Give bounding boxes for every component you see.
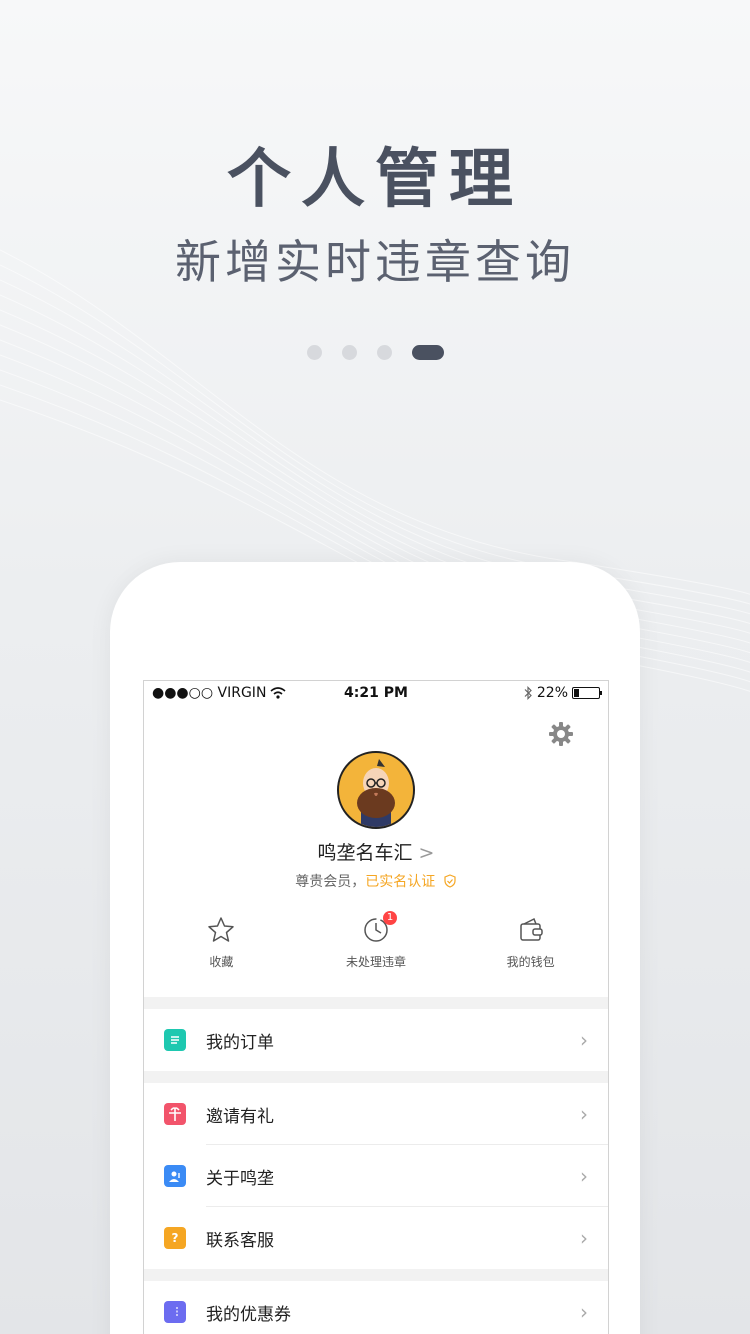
quick-wallet[interactable]: 我的钱包 — [453, 915, 608, 970]
status-bar: ●●●○○ VIRGIN 4:21 PM 22% — [144, 681, 608, 705]
profile-name[interactable]: 鸣垄名车汇 > — [144, 838, 608, 865]
gift-icon — [164, 1103, 186, 1125]
quick-label: 收藏 — [209, 955, 234, 969]
about-icon — [164, 1165, 186, 1187]
page-dot[interactable] — [376, 345, 392, 360]
chevron-right-icon: › — [580, 1300, 588, 1324]
coupon-icon — [164, 1301, 186, 1323]
menu-label: 关于鸣垄 — [206, 1168, 274, 1189]
chevron-right-icon: › — [580, 1226, 588, 1250]
quick-actions: 收藏 1 未处理违章 我的钱包 — [144, 911, 608, 970]
verified-label: 已实名认证 — [365, 874, 436, 890]
member-label: 尊贵会员， — [295, 874, 366, 890]
bearded-man-icon — [357, 759, 395, 827]
section-divider — [144, 1269, 608, 1281]
chevron-right-icon: > — [418, 842, 435, 864]
membership-line: 尊贵会员，已实名认证 — [144, 871, 608, 891]
menu-label: 我的优惠券 — [206, 1304, 291, 1325]
menu-list: 我的订单 › 邀请有礼 › 关于鸣垄 › ? 联系客服 › 我的优惠券 › — [144, 997, 608, 1334]
section-divider — [144, 997, 608, 1009]
wifi-icon — [270, 687, 286, 699]
shield-check-icon — [444, 874, 456, 888]
menu-label: 我的订单 — [206, 1032, 274, 1053]
hero-title: 个人管理 — [227, 143, 523, 217]
violation-badge: 1 — [383, 911, 397, 925]
quick-label: 我的钱包 — [506, 955, 555, 969]
wallet-icon — [519, 917, 543, 941]
profile-name-text: 鸣垄名车汇 — [317, 842, 413, 864]
page-dot[interactable] — [341, 345, 357, 360]
svg-text:?: ? — [172, 1231, 179, 1245]
menu-label: 联系客服 — [206, 1230, 274, 1251]
menu-item-invite[interactable]: 邀请有礼 › — [144, 1083, 608, 1145]
page-dot-active[interactable] — [411, 345, 444, 360]
carrier-label: ●●●○○ VIRGIN — [152, 685, 267, 701]
bluetooth-icon — [524, 686, 532, 700]
service-icon: ? — [164, 1227, 186, 1249]
order-icon — [164, 1029, 186, 1051]
quick-favorites[interactable]: 收藏 — [144, 915, 299, 970]
avatar[interactable] — [337, 751, 415, 829]
battery-percent: 22% — [536, 685, 568, 701]
hero-subtitle: 新增实时违章查询 — [175, 235, 575, 289]
menu-item-support[interactable]: ? 联系客服 › — [144, 1207, 608, 1269]
chevron-right-icon: › — [580, 1102, 588, 1126]
battery-icon — [572, 687, 602, 699]
quick-violations-icon-wrap: 1 — [361, 911, 397, 945]
menu-item-coupons[interactable]: 我的优惠券 › — [144, 1281, 608, 1334]
chevron-right-icon: › — [580, 1164, 588, 1188]
quick-label: 未处理违章 — [346, 955, 407, 969]
menu-label: 邀请有礼 — [206, 1106, 274, 1127]
section-divider — [144, 1071, 608, 1083]
star-icon — [208, 917, 235, 942]
quick-violations[interactable]: 1 未处理违章 — [299, 911, 454, 970]
phone-screen: ●●●○○ VIRGIN 4:21 PM 22% 鸣垄名车汇 > 尊贵会员，已实… — [143, 680, 609, 1334]
menu-item-orders[interactable]: 我的订单 › — [144, 1009, 608, 1071]
gear-icon[interactable] — [548, 721, 574, 747]
menu-item-about[interactable]: 关于鸣垄 › — [144, 1145, 608, 1207]
page-indicator — [0, 345, 750, 360]
page-dot[interactable] — [306, 345, 322, 360]
chevron-right-icon: › — [580, 1028, 588, 1052]
